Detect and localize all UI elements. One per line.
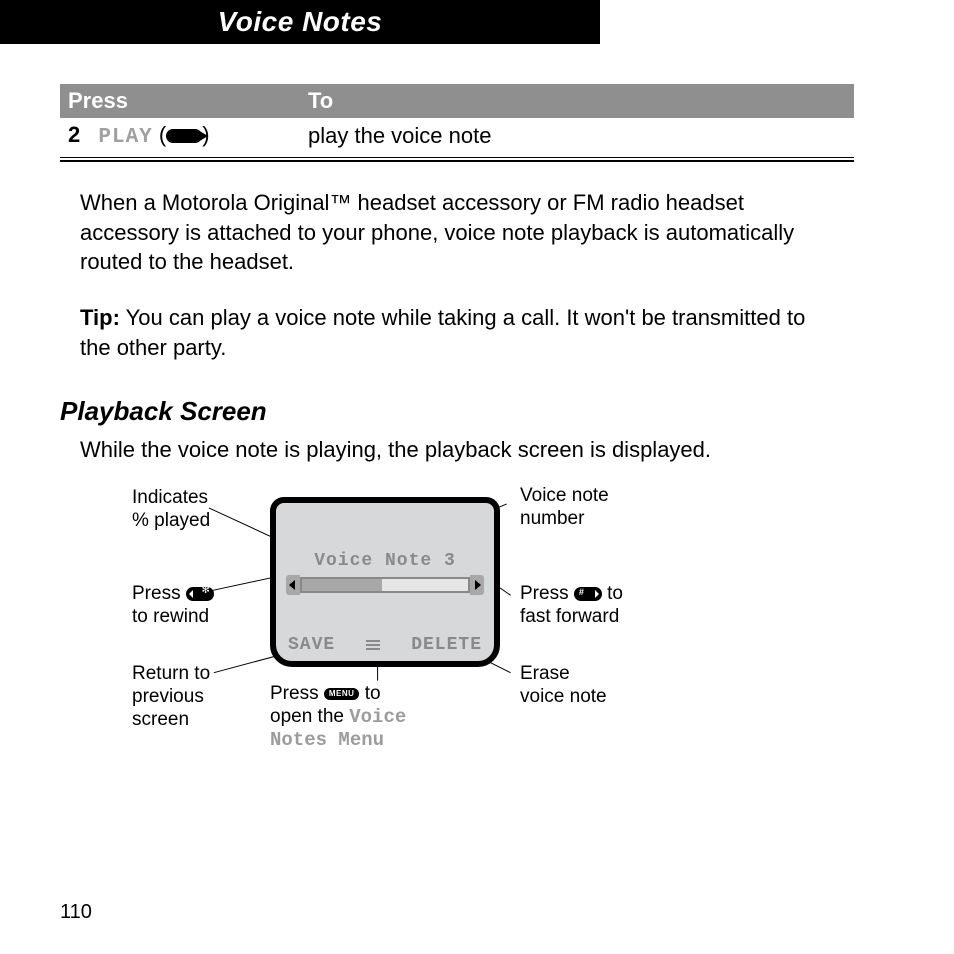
page-header: Voice Notes: [0, 0, 600, 44]
callout-fast-forward: Press to fast forward: [520, 583, 623, 629]
action-table: Press To 2 PLAY () play the voice note: [60, 84, 854, 153]
playback-diagram: Voice Note 3 SAVE DELETE Indicates % pla…: [60, 483, 854, 783]
subtext: While the voice note is playing, the pla…: [80, 435, 834, 465]
callout-menu-a: Press: [270, 683, 324, 704]
paragraph-tip: Tip: You can play a voice note while tak…: [80, 303, 834, 362]
callout-erase: Erase voice note: [520, 663, 607, 709]
phone-screen: Voice Note 3 SAVE DELETE: [270, 497, 500, 667]
rewind-icon: [286, 575, 300, 595]
callout-menu: Press MENU to open the Voice Notes Menu: [270, 683, 406, 751]
menu-key-icon: MENU: [324, 688, 360, 700]
tip-label: Tip:: [80, 305, 120, 330]
subhead-playback: Playback Screen: [60, 396, 854, 427]
paren-open: (: [159, 122, 166, 147]
callout-rewind-a: Press: [132, 583, 186, 604]
step-number: 2: [68, 122, 92, 147]
callout-percent-played: Indicates % played: [132, 487, 210, 533]
screen-title: Voice Note 3: [276, 551, 494, 571]
table-rule: [60, 157, 854, 162]
star-key-icon: [186, 587, 214, 601]
callout-rewind: Press to rewind: [132, 583, 214, 629]
callout-voice-note-number: Voice note number: [520, 485, 609, 531]
progress-fill: [302, 579, 382, 591]
forward-icon: [470, 575, 484, 595]
table-cell-key: 2 PLAY (): [60, 118, 300, 153]
callout-return: Return to previous screen: [132, 663, 210, 731]
paragraph-headset: When a Motorola Original™ headset access…: [80, 188, 834, 277]
progress-bar: [300, 577, 470, 593]
callout-ff-a: Press: [520, 583, 574, 604]
table-cell-desc: play the voice note: [300, 118, 854, 153]
softkey-save: SAVE: [288, 635, 335, 655]
menu-icon: [366, 640, 380, 650]
play-pill-icon: [166, 129, 202, 143]
hash-key-icon: [574, 587, 602, 601]
page-number: 110: [60, 901, 92, 924]
softkey-delete: DELETE: [411, 635, 482, 655]
callout-rewind-b: to rewind: [132, 606, 209, 627]
tip-body: You can play a voice note while taking a…: [80, 305, 805, 360]
play-key-label: PLAY: [98, 126, 152, 149]
table-header-to: To: [300, 84, 854, 118]
table-header-press: Press: [60, 84, 300, 118]
